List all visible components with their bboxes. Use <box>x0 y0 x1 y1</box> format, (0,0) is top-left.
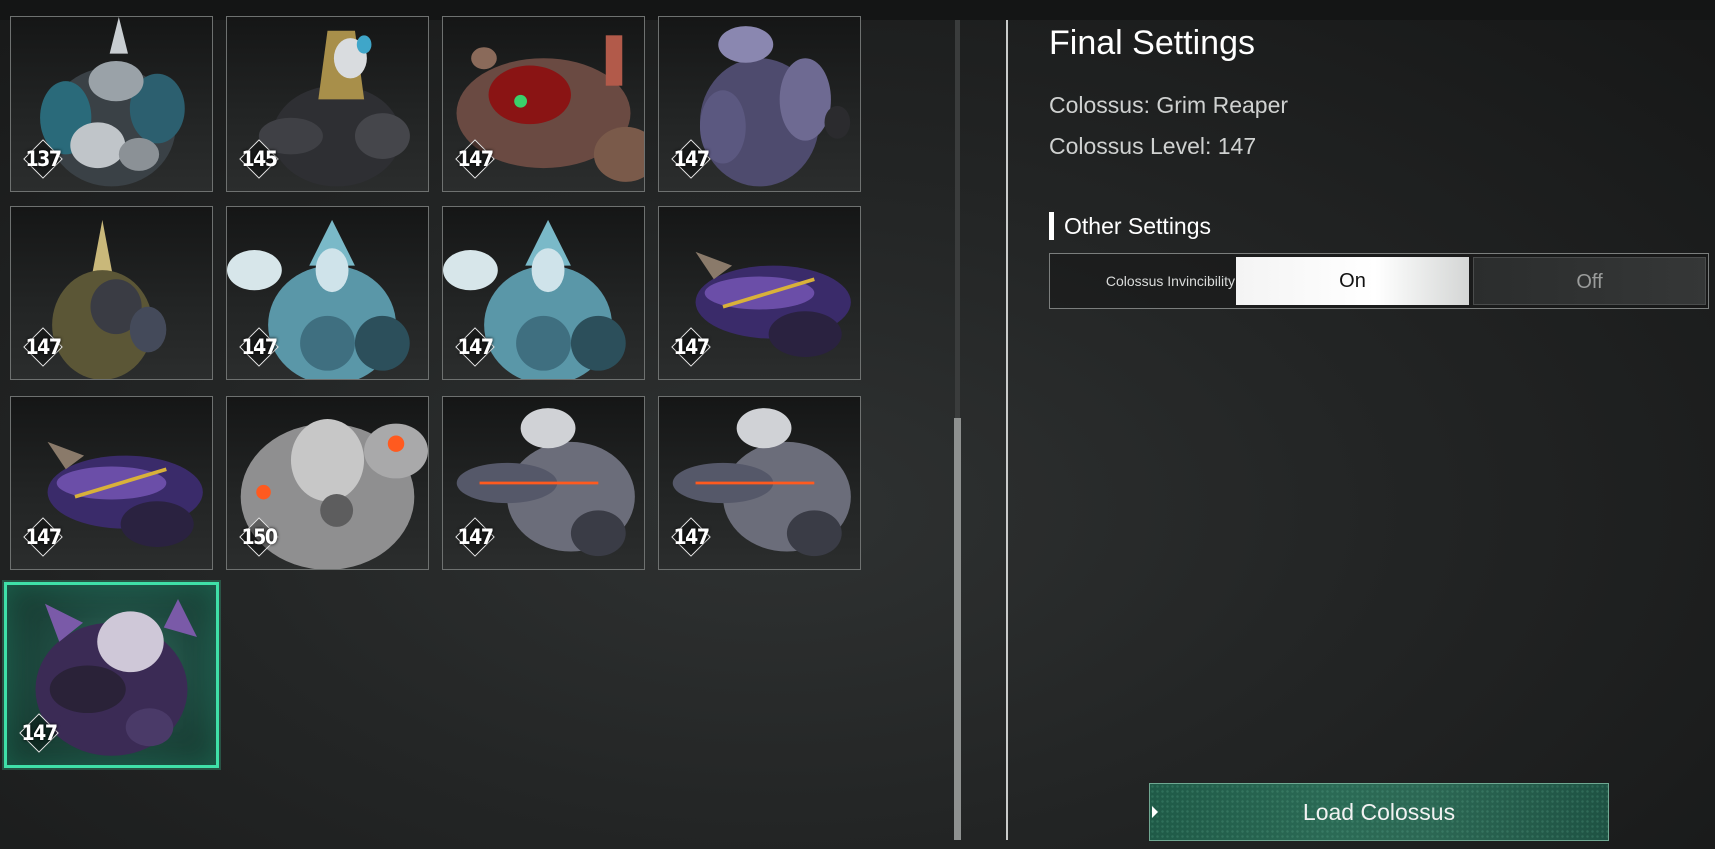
level-badge: 147 <box>23 517 63 557</box>
level-badge: 145 <box>239 139 279 179</box>
invincibility-label: Colossus Invincibility <box>1105 273 1235 289</box>
level-number: 147 <box>241 335 278 359</box>
level-badge: 147 <box>671 517 711 557</box>
level-number: 147 <box>673 335 710 359</box>
colossus-card-11[interactable]: 147 <box>442 396 645 570</box>
level-badge: 147 <box>455 327 495 367</box>
button-marker-icon <box>1152 806 1158 818</box>
colossus-card-2[interactable]: 145 <box>226 16 429 192</box>
level-badge: 147 <box>455 139 495 179</box>
level-badge: 147 <box>19 713 59 753</box>
level-badge: 147 <box>239 327 279 367</box>
colossus-card-4[interactable]: 147 <box>658 16 861 192</box>
level-badge: 147 <box>23 327 63 367</box>
colossus-name-line: Colossus: Grim Reaper <box>1049 92 1289 118</box>
level-badge: 147 <box>455 517 495 557</box>
colossus-card-9[interactable]: 147 <box>10 396 213 570</box>
level-number: 147 <box>457 335 494 359</box>
colossus-card-3[interactable]: 147 <box>442 16 645 192</box>
level-badge: 137 <box>23 139 63 179</box>
colossus-card-8[interactable]: 147 <box>658 206 861 380</box>
colossus-card-13[interactable]: 147 <box>4 582 219 768</box>
level-number: 147 <box>457 525 494 549</box>
level-badge: 147 <box>671 139 711 179</box>
colossus-card-6[interactable]: 147 <box>226 206 429 380</box>
colossus-card-5[interactable]: 147 <box>10 206 213 380</box>
panel-divider <box>1006 20 1008 840</box>
invincibility-setting-row: Colossus Invincibility On Off <box>1049 253 1709 309</box>
colossus-card-1[interactable]: 137 <box>10 16 213 192</box>
level-number: 147 <box>673 525 710 549</box>
grid-scrollbar-thumb[interactable] <box>954 418 961 840</box>
level-number: 147 <box>21 721 58 745</box>
colossus-grid: 137 145 147 147 147 147 147 147 147 150 147 147 147 <box>4 16 942 849</box>
colossus-card-12[interactable]: 147 <box>658 396 861 570</box>
load-colossus-button[interactable]: Load Colossus <box>1149 783 1609 841</box>
colossus-card-10[interactable]: 150 <box>226 396 429 570</box>
colossus-level-line: Colossus Level: 147 <box>1049 133 1257 159</box>
level-number: 147 <box>25 525 62 549</box>
invincibility-off-button[interactable]: Off <box>1473 257 1706 305</box>
load-colossus-label: Load Colossus <box>1302 799 1456 825</box>
level-number: 147 <box>25 335 62 359</box>
level-number: 147 <box>457 147 494 171</box>
level-number: 145 <box>241 147 278 171</box>
level-number: 137 <box>25 147 62 171</box>
page-title: Final Settings <box>1049 24 1255 62</box>
other-settings-heading: Other Settings <box>1049 212 1211 240</box>
invincibility-on-button[interactable]: On <box>1236 257 1469 305</box>
level-number: 150 <box>241 525 278 549</box>
level-badge: 150 <box>239 517 279 557</box>
colossus-card-7[interactable]: 147 <box>442 206 645 380</box>
final-settings-panel: Final Settings Colossus: Grim Reaper Col… <box>1049 0 1709 849</box>
level-number: 147 <box>673 147 710 171</box>
level-badge: 147 <box>671 327 711 367</box>
